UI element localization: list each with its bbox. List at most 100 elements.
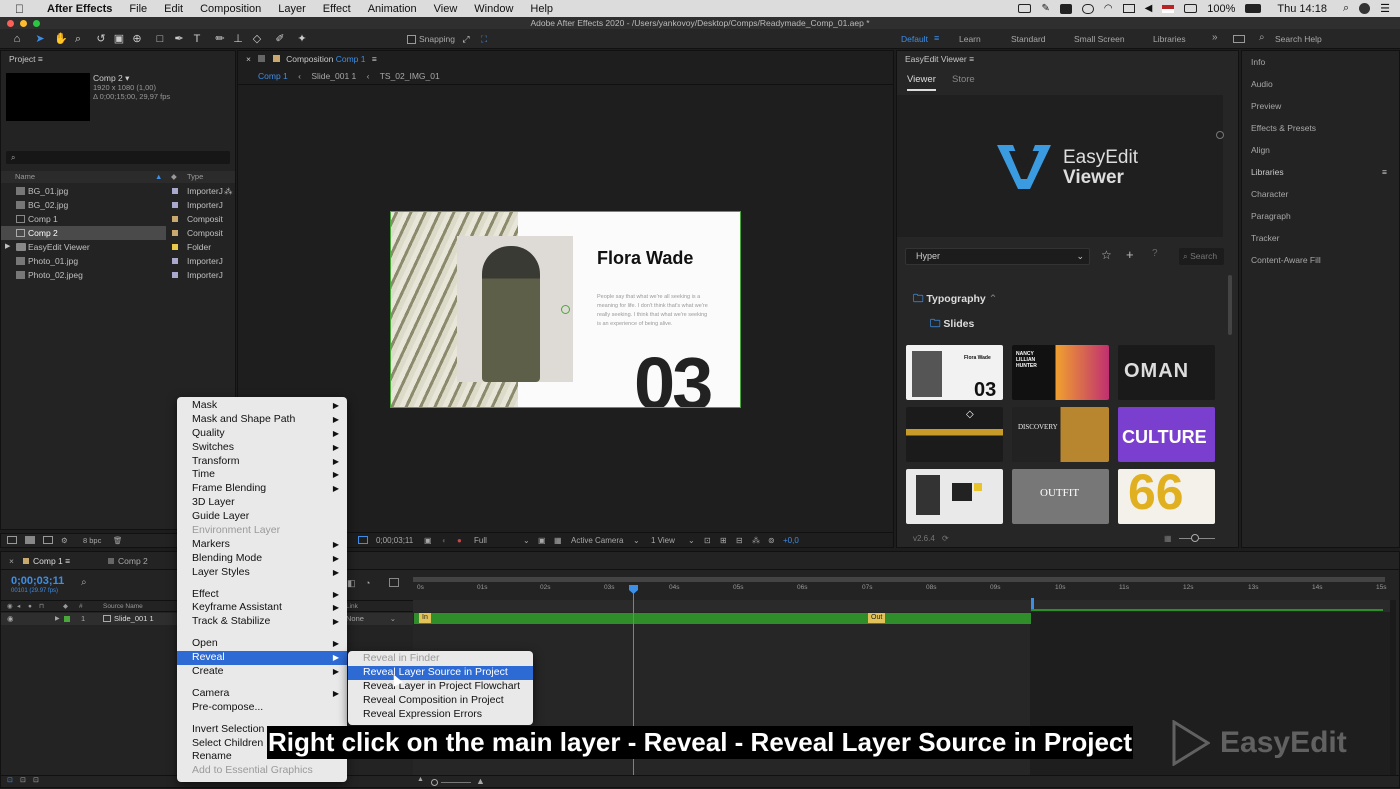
zoom-slider[interactable]: [441, 782, 471, 783]
workspace-default[interactable]: Default: [901, 34, 928, 44]
breadcrumb-slide[interactable]: Slide_001 1: [311, 71, 356, 81]
menu-item-quality[interactable]: Quality ▶: [177, 427, 347, 441]
pen-icon[interactable]: ✎: [1041, 3, 1049, 14]
grid-view-icon[interactable]: ▦: [1164, 530, 1172, 547]
project-item-photo02[interactable]: Photo_02.jpeg ImporterJ: [1, 268, 235, 282]
menu-item-3d-layer[interactable]: 3D Layer: [177, 496, 347, 510]
source-name-column[interactable]: Source Name: [103, 601, 143, 612]
submenu-reveal-layer-flowchart[interactable]: Reveal Layer in Project Flowchart: [348, 680, 533, 694]
menu-item-frame-blending[interactable]: Frame Blending ▶: [177, 482, 347, 496]
flowchart-icon[interactable]: ⁂: [752, 533, 760, 548]
zoom-tool-icon[interactable]: ⌕: [72, 33, 84, 45]
menu-file[interactable]: File: [129, 3, 147, 15]
workspace-standard[interactable]: Standard: [1011, 34, 1046, 44]
menu-item-switches[interactable]: Switches ▶: [177, 441, 347, 455]
work-area-bar[interactable]: [413, 577, 1385, 582]
lock-switch-icon[interactable]: ⊓: [39, 601, 44, 612]
panel-content-aware-fill[interactable]: Content-Aware Fill: [1242, 249, 1399, 271]
motion-blur-icon[interactable]: ◔: [365, 578, 370, 588]
add-icon[interactable]: +: [1126, 247, 1134, 262]
panel-menu-icon[interactable]: ≡: [38, 54, 43, 64]
creative-cloud-icon[interactable]: [1081, 3, 1094, 14]
timeline-scrollbar[interactable]: [1390, 600, 1396, 775]
panel-menu-icon[interactable]: ≡: [969, 54, 974, 64]
breadcrumb-image[interactable]: TS_02_IMG_01: [380, 71, 440, 81]
menu-item-blending-mode[interactable]: Blending Mode ▶: [177, 552, 347, 566]
trash-icon[interactable]: 🗑: [113, 534, 123, 547]
timeline-timecode[interactable]: 0;00;03;11: [11, 575, 64, 587]
spotlight-icon[interactable]: ⌕: [1343, 2, 1349, 15]
workspace-small-screen[interactable]: Small Screen: [1074, 34, 1125, 44]
menu-item-time[interactable]: Time ▶: [177, 468, 347, 482]
menu-composition[interactable]: Composition: [200, 3, 261, 15]
thumb-culture[interactable]: CULTURE: [1118, 407, 1215, 462]
project-item-photo01[interactable]: Photo_01.jpg ImporterJ: [1, 254, 235, 268]
video-switch-icon[interactable]: ◉: [7, 601, 13, 612]
menu-animation[interactable]: Animation: [368, 3, 417, 15]
brush-tool-icon[interactable]: ✏: [214, 33, 226, 45]
menu-item-create[interactable]: Create ▶: [177, 665, 347, 679]
tab-comp1[interactable]: Comp 1 ≡: [23, 552, 70, 570]
close-panel-icon[interactable]: ×: [246, 54, 251, 64]
project-settings-icon[interactable]: ⚙: [61, 534, 68, 547]
new-comp-icon[interactable]: [43, 536, 53, 544]
snapshot-icon[interactable]: ▣: [424, 533, 432, 548]
breadcrumb-comp1[interactable]: Comp 1: [258, 71, 288, 81]
project-item-comp1[interactable]: Comp 1 Composit: [1, 212, 235, 226]
wifi-icon[interactable]: ◠: [1104, 3, 1113, 14]
panel-audio[interactable]: Audio: [1242, 73, 1399, 95]
easyedit-search-input[interactable]: ⌕ Search: [1179, 248, 1224, 265]
thumb-bw-portraits[interactable]: [906, 469, 1003, 524]
workspace-libraries[interactable]: Libraries: [1153, 34, 1186, 44]
menu-window[interactable]: Window: [474, 3, 513, 15]
project-search-input[interactable]: ⌕: [6, 151, 230, 164]
fast-previews-icon[interactable]: ▣: [538, 533, 546, 548]
zoom-out-icon[interactable]: ▲: [417, 776, 424, 783]
refresh-icon[interactable]: ⟳: [942, 530, 949, 547]
pan-behind-tool-icon[interactable]: ⊕: [131, 33, 143, 45]
menu-item-open[interactable]: Open ▶: [177, 637, 347, 651]
timeline-search-icon[interactable]: ⌕: [81, 577, 87, 588]
project-item-comp2[interactable]: Comp 2 Composit: [1, 226, 223, 240]
keyboard-icon[interactable]: [1184, 4, 1198, 13]
tab-store[interactable]: Store: [952, 74, 975, 85]
thumb-flora-wade[interactable]: Flora Wade 03: [906, 345, 1003, 400]
thumb-oman[interactable]: OMAN: [1118, 345, 1215, 400]
marker-in[interactable]: In: [419, 613, 431, 623]
marker-out[interactable]: Out: [868, 613, 886, 623]
transparency-grid-icon[interactable]: ▦: [554, 533, 562, 548]
flag-icon[interactable]: [1162, 4, 1175, 13]
menu-edit[interactable]: Edit: [164, 3, 183, 15]
layer-duration-bar[interactable]: [414, 613, 1031, 624]
chevron-down-icon[interactable]: ⌄: [688, 533, 695, 548]
lock-icon[interactable]: [258, 55, 266, 62]
label-column-icon[interactable]: ◆: [63, 601, 68, 612]
close-tab-icon[interactable]: ×: [9, 552, 14, 570]
thumb-outfit[interactable]: OUTFIT: [1012, 469, 1109, 524]
submenu-reveal-composition[interactable]: Reveal Composition in Project: [348, 694, 533, 708]
zoom-window-button[interactable]: [33, 20, 40, 27]
list-icon[interactable]: ☰: [1380, 2, 1390, 15]
workspace-menu-icon[interactable]: ≡: [934, 33, 939, 43]
chevron-down-icon[interactable]: ⌄: [523, 533, 530, 548]
anchor-point-icon[interactable]: [561, 305, 570, 314]
easyedit-scrollbar[interactable]: [1228, 275, 1232, 335]
camera-dropdown[interactable]: Active Camera: [571, 533, 623, 548]
menu-help[interactable]: Help: [530, 3, 553, 15]
menu-view[interactable]: View: [434, 3, 458, 15]
folder-typography[interactable]: 🗀 Typography ⌃: [913, 291, 997, 309]
chat-icon[interactable]: [1059, 3, 1072, 14]
expand-arrow-icon[interactable]: ▶: [55, 613, 60, 625]
hand-tool-icon[interactable]: ✋: [54, 33, 68, 45]
apple-icon[interactable]: : [15, 2, 24, 16]
clone-stamp-tool-icon[interactable]: ⊥: [232, 33, 244, 45]
eye-icon[interactable]: ◉: [7, 613, 14, 625]
user-icon[interactable]: [1359, 3, 1371, 14]
scroll-handle[interactable]: [1216, 131, 1224, 139]
interpret-footage-icon[interactable]: [7, 536, 17, 544]
selection-tool-icon[interactable]: ➤: [34, 33, 46, 45]
menu-item-camera[interactable]: Camera ▶: [177, 687, 347, 701]
time-ruler[interactable]: 0s 01s 02s 03s 04s 05s 06s 07s 08s 09s 1…: [413, 577, 1391, 599]
color-channels-icon[interactable]: ●: [457, 533, 462, 548]
thumb-nancy[interactable]: NANCY LILLIAN HUNTER: [1012, 345, 1109, 400]
